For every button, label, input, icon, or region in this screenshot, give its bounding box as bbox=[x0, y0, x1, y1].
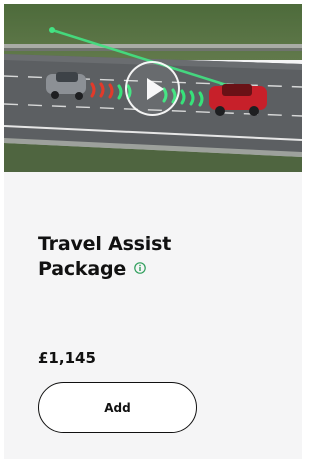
play-icon bbox=[147, 78, 164, 100]
video-thumbnail[interactable] bbox=[4, 4, 302, 172]
product-price: £1,145 bbox=[38, 349, 96, 367]
play-button[interactable] bbox=[125, 61, 180, 116]
product-title-line2: Package bbox=[38, 257, 268, 282]
product-title-line1: Travel Assist bbox=[38, 233, 172, 255]
product-title: Travel Assist Package bbox=[38, 232, 268, 282]
product-title-line2-text: Package bbox=[38, 258, 127, 280]
add-button[interactable]: Add bbox=[38, 382, 197, 433]
product-card: Travel Assist Package £1,145 Add bbox=[4, 4, 302, 459]
info-icon[interactable] bbox=[134, 262, 146, 274]
